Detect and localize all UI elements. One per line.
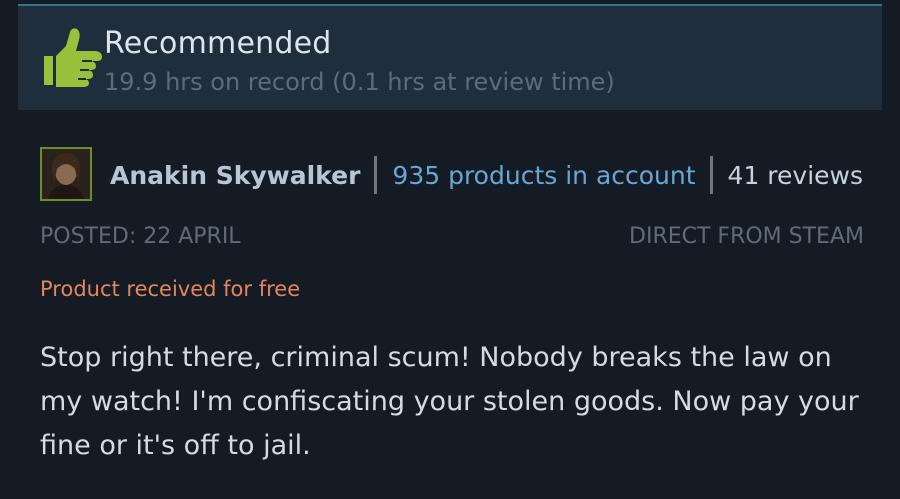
- purchase-source: DIRECT FROM STEAM: [629, 224, 864, 249]
- recommendation-header: Recommended 19.9 hrs on record (0.1 hrs …: [18, 6, 882, 110]
- author-info-row: Anakin Skywalker 935 products in account…: [110, 150, 863, 200]
- products-in-account-link[interactable]: 935 products in account: [392, 161, 695, 190]
- hours-on-record: 19.9 hrs on record (0.1 hrs at review ti…: [104, 68, 615, 96]
- divider: [709, 156, 713, 194]
- recommendation-title: Recommended: [104, 26, 332, 61]
- divider: [374, 156, 378, 194]
- avatar[interactable]: [40, 147, 92, 201]
- posted-date: POSTED: 22 APRIL: [40, 224, 241, 249]
- free-product-notice: Product received for free: [40, 277, 301, 301]
- review-body: Stop right there, criminal scum! Nobody …: [40, 342, 859, 461]
- thumbs-up-icon: [40, 26, 106, 90]
- author-name[interactable]: Anakin Skywalker: [110, 161, 360, 190]
- reviews-count-link[interactable]: 41 reviews: [728, 161, 863, 190]
